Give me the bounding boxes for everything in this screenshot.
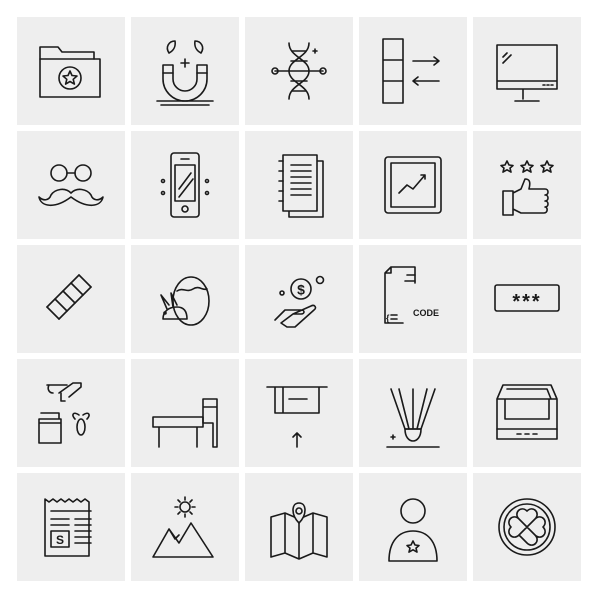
code-file-icon: CODE {: [359, 245, 467, 353]
atm-withdraw-icon: [245, 359, 353, 467]
svg-text:{: {: [386, 313, 390, 323]
mountain-sun-icon: [131, 473, 239, 581]
dna-icon: [245, 17, 353, 125]
folder-star-icon: [17, 17, 125, 125]
hand-money-icon: $: [245, 245, 353, 353]
stock-chart-icon: [359, 131, 467, 239]
thumbs-up-rating-icon: [473, 131, 581, 239]
inbox-tray-icon: [473, 359, 581, 467]
dollar-sign: $: [297, 282, 305, 298]
smartphone-icon: [131, 131, 239, 239]
map-location-icon: [245, 473, 353, 581]
user-badge-icon: [359, 473, 467, 581]
monitor-icon: [473, 17, 581, 125]
school-desk-icon: [131, 359, 239, 467]
icon-grid: $ CODE { *** S: [17, 17, 581, 581]
easter-bunny-egg-icon: [131, 245, 239, 353]
code-label: CODE: [413, 308, 439, 318]
shuttlecock-icon: [359, 359, 467, 467]
newspaper-icon: S: [17, 473, 125, 581]
documents-icon: [245, 131, 353, 239]
password-mask: ***: [512, 291, 541, 313]
zigzag-pattern-icon: [17, 245, 125, 353]
news-letter-s: S: [56, 533, 64, 547]
password-field-icon: ***: [473, 245, 581, 353]
magnet-leaves-icon: [131, 17, 239, 125]
glasses-mustache-icon: [17, 131, 125, 239]
data-transfer-icon: [359, 17, 467, 125]
button-pattern-icon: [473, 473, 581, 581]
honey-bee-icon: [17, 359, 125, 467]
